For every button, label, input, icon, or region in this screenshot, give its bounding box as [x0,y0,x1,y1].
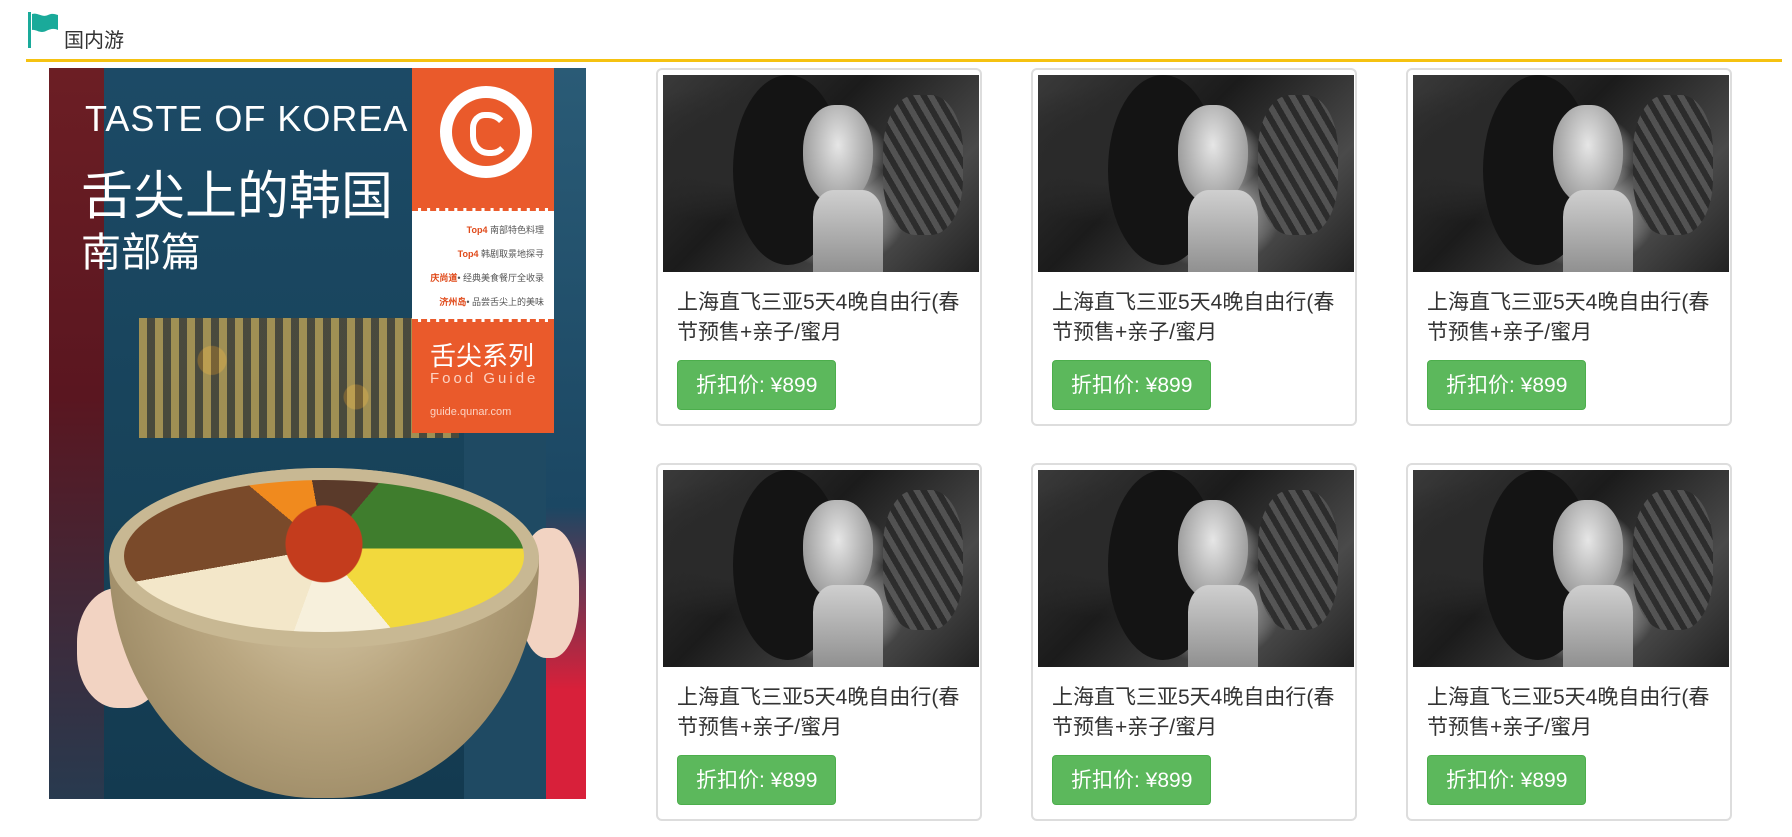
flag-icon [28,12,58,48]
product-image[interactable] [1038,75,1354,272]
image-hands [883,95,963,235]
dragon-logo-inner [452,98,520,166]
image-hands [1633,490,1713,630]
dragon-logo-mark [470,112,510,156]
product-card[interactable]: 上海直飞三亚5天4晚自由行(春节预售+亲子/蜜月 折扣价: ¥899 [1406,463,1732,821]
image-neck [1563,585,1633,667]
product-image[interactable] [1413,470,1729,667]
promo-banner[interactable]: TASTE OF KOREA 舌尖上的韩国 南部篇 Top4 南部特色料理 To… [49,68,586,799]
dragon-logo-icon [440,86,532,178]
product-image[interactable] [1038,470,1354,667]
promo-series-en: Food Guide [430,370,539,387]
promo-notes: Top4 南部特色料理 Top4 韩剧取景地探寻 庆尚道• 经典美食餐厅全收录 … [412,208,554,322]
promo-series-cn: 舌尖系列 [430,341,535,371]
product-card[interactable]: 上海直飞三亚5天4晚自由行(春节预售+亲子/蜜月 折扣价: ¥899 [1406,68,1732,426]
product-title[interactable]: 上海直飞三亚5天4晚自由行(春节预售+亲子/蜜月 [1052,288,1342,348]
image-hands [883,490,963,630]
promo-site: guide.qunar.com [430,406,512,418]
product-card[interactable]: 上海直飞三亚5天4晚自由行(春节预售+亲子/蜜月 折扣价: ¥899 [1031,463,1357,821]
image-neck [813,585,883,667]
image-hands [1258,95,1338,235]
price-button[interactable]: 折扣价: ¥899 [1427,360,1587,410]
product-title[interactable]: 上海直飞三亚5天4晚自由行(春节预售+亲子/蜜月 [1052,683,1342,743]
promo-robe-band [139,318,459,438]
promo-note: Top4 南部特色料理 [466,225,544,235]
image-neck [1188,190,1258,272]
promo-headline-en: TASTE OF KOREA [85,98,409,139]
product-image[interactable] [663,470,979,667]
image-neck [813,190,883,272]
promo-orange-panel: Top4 南部特色料理 Top4 韩剧取景地探寻 庆尚道• 经典美食餐厅全收录 … [412,68,554,433]
product-card[interactable]: 上海直飞三亚5天4晚自由行(春节预售+亲子/蜜月 折扣价: ¥899 [656,463,982,821]
promo-bibimbap [124,480,524,632]
product-title[interactable]: 上海直飞三亚5天4晚自由行(春节预售+亲子/蜜月 [1427,683,1717,743]
product-card[interactable]: 上海直飞三亚5天4晚自由行(春节预售+亲子/蜜月 折扣价: ¥899 [1031,68,1357,426]
promo-note: 济州岛• 品尝舌尖上的美味 [439,297,544,307]
section-header: 国内游 [26,10,1782,62]
product-image[interactable] [1413,75,1729,272]
image-hands [1258,490,1338,630]
product-image[interactable] [663,75,979,272]
promo-headline-cn: 舌尖上的韩国 [81,168,394,226]
image-hands [1633,95,1713,235]
image-neck [1563,190,1633,272]
price-button[interactable]: 折扣价: ¥899 [677,755,837,805]
product-card[interactable]: 上海直飞三亚5天4晚自由行(春节预售+亲子/蜜月 折扣价: ¥899 [656,68,982,426]
price-button[interactable]: 折扣价: ¥899 [1052,755,1212,805]
promo-note: 庆尚道• 经典美食餐厅全收录 [430,273,544,283]
product-title[interactable]: 上海直飞三亚5天4晚自由行(春节预售+亲子/蜜月 [677,288,967,348]
price-button[interactable]: 折扣价: ¥899 [677,360,837,410]
product-title[interactable]: 上海直飞三亚5天4晚自由行(春节预售+亲子/蜜月 [677,683,967,743]
product-title[interactable]: 上海直飞三亚5天4晚自由行(春节预售+亲子/蜜月 [1427,288,1717,348]
image-neck [1188,585,1258,667]
price-button[interactable]: 折扣价: ¥899 [1427,755,1587,805]
price-button[interactable]: 折扣价: ¥899 [1052,360,1212,410]
promo-subhead-cn: 南部篇 [81,231,201,275]
promo-note: Top4 韩剧取景地探寻 [457,249,544,259]
section-title: 国内游 [64,30,124,52]
